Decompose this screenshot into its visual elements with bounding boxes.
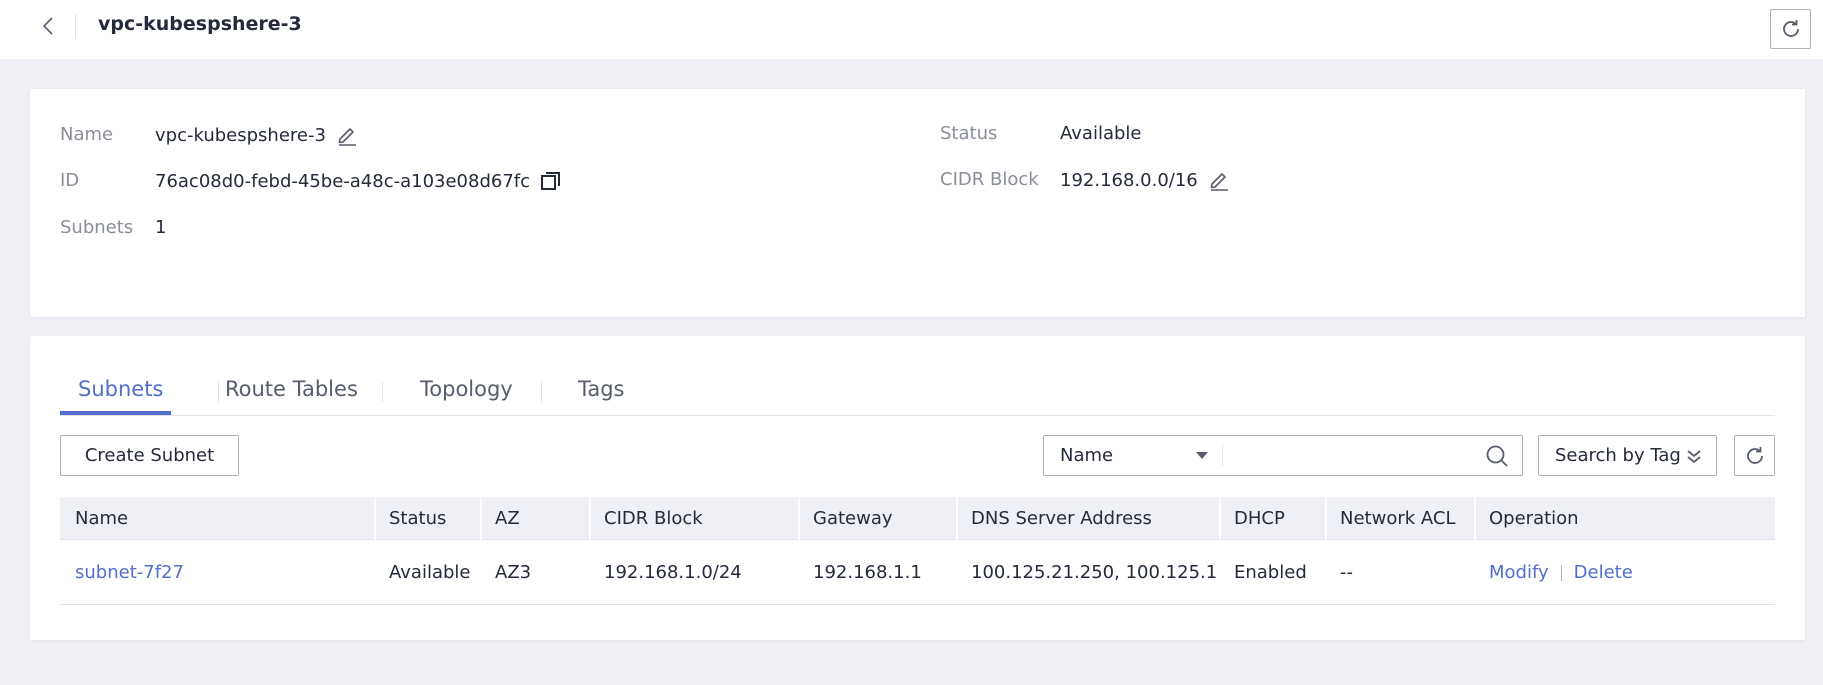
tab-route-tables[interactable]: Route Tables [225, 376, 358, 416]
subnet-dhcp: Enabled [1234, 562, 1307, 583]
status-value: Available [1060, 123, 1142, 144]
caret-down-icon [1196, 452, 1208, 459]
column-header-gateway[interactable]: Gateway [798, 497, 893, 540]
pencil-icon [338, 128, 356, 146]
delete-link[interactable]: Delete [1574, 562, 1633, 583]
search-by-tag-label: Search by Tag [1555, 445, 1681, 466]
chevron-left-icon [42, 17, 53, 35]
tab-topology[interactable]: Topology [420, 376, 513, 416]
cidr-value: 192.168.0.0/16 [1060, 169, 1198, 191]
double-chevron-down-icon [1687, 450, 1701, 464]
id-label: ID [60, 170, 80, 191]
subnet-cidr: 192.168.1.0/24 [604, 562, 742, 583]
search-field-selected: Name [1060, 445, 1114, 466]
subnet-dns: 100.125.21.250, 100.125.1.... [971, 562, 1219, 583]
search-group: Name [1043, 435, 1523, 476]
tab-separator [541, 382, 542, 402]
search-button[interactable] [1485, 444, 1509, 473]
name-value: vpc-kubespshere-3 [155, 124, 326, 146]
refresh-icon [1782, 20, 1799, 37]
operation-separator [1560, 565, 1562, 581]
column-header-az[interactable]: AZ [480, 497, 520, 540]
name-label: Name [60, 124, 114, 145]
subnets-value: 1 [155, 217, 167, 238]
divider [75, 14, 76, 38]
tab-bar: Subnets Route Tables Topology Tags [60, 376, 1775, 416]
column-header-network-acl[interactable]: Network ACL [1325, 497, 1455, 540]
table-row: subnet-7f27 Available AZ3 192.168.1.0/24… [60, 540, 1775, 605]
subnet-az: AZ3 [495, 562, 532, 583]
edit-name-button[interactable] [336, 124, 358, 146]
edit-cidr-button[interactable] [1208, 169, 1230, 191]
subnet-status: Available [389, 562, 471, 583]
table-header: Name Status AZ CIDR Block Gateway DNS Se… [60, 497, 1775, 540]
subnet-gateway: 192.168.1.1 [813, 562, 922, 583]
top-bar: vpc-kubespshere-3 [0, 0, 1823, 59]
tab-subnets[interactable]: Subnets [78, 376, 163, 416]
subnets-label: Subnets [60, 217, 134, 238]
vpc-info-card: Name vpc-kubespshere-3 ID 76ac08d0-febd-… [30, 89, 1805, 317]
column-header-dhcp[interactable]: DHCP [1219, 497, 1285, 540]
cidr-value-group: 192.168.0.0/16 [1060, 169, 1230, 191]
column-header-dns[interactable]: DNS Server Address [956, 497, 1152, 540]
subnet-name-link[interactable]: subnet-7f27 [60, 540, 374, 605]
refresh-table-button[interactable] [1734, 435, 1775, 476]
search-by-tag-button[interactable]: Search by Tag [1538, 435, 1717, 476]
column-header-status[interactable]: Status [374, 497, 446, 540]
pencil-icon [1210, 173, 1228, 191]
search-field-select[interactable]: Name [1044, 436, 1222, 475]
id-value: 76ac08d0-febd-45be-a48c-a103e08d67fc [155, 170, 531, 192]
subnets-card: Subnets Route Tables Topology Tags Creat… [30, 336, 1805, 640]
id-value-group: 76ac08d0-febd-45be-a48c-a103e08d67fc [155, 170, 562, 192]
name-value-group: vpc-kubespshere-3 [155, 124, 358, 146]
back-button[interactable] [34, 12, 62, 40]
operation-cell: Modify Delete [1474, 540, 1775, 605]
copy-icon [541, 172, 561, 190]
status-label: Status [940, 123, 998, 144]
create-subnet-button[interactable]: Create Subnet [60, 435, 239, 476]
refresh-icon [1746, 446, 1763, 464]
active-tab-indicator [60, 411, 171, 415]
tab-separator [382, 382, 383, 402]
modify-link[interactable]: Modify [1489, 562, 1549, 583]
column-header-operation: Operation [1489, 508, 1579, 529]
tab-tags[interactable]: Tags [578, 376, 625, 416]
page-title: vpc-kubespshere-3 [98, 13, 302, 35]
cidr-label: CIDR Block [940, 169, 1039, 190]
copy-id-button[interactable] [540, 170, 562, 192]
divider [1222, 445, 1223, 466]
column-header-name[interactable]: Name [60, 497, 128, 540]
column-header-cidr[interactable]: CIDR Block [589, 497, 703, 540]
refresh-button[interactable] [1770, 9, 1811, 49]
tab-separator [218, 382, 219, 402]
search-icon [1486, 445, 1508, 467]
subnet-network-acl: -- [1340, 562, 1353, 583]
search-input[interactable] [1224, 436, 1474, 475]
